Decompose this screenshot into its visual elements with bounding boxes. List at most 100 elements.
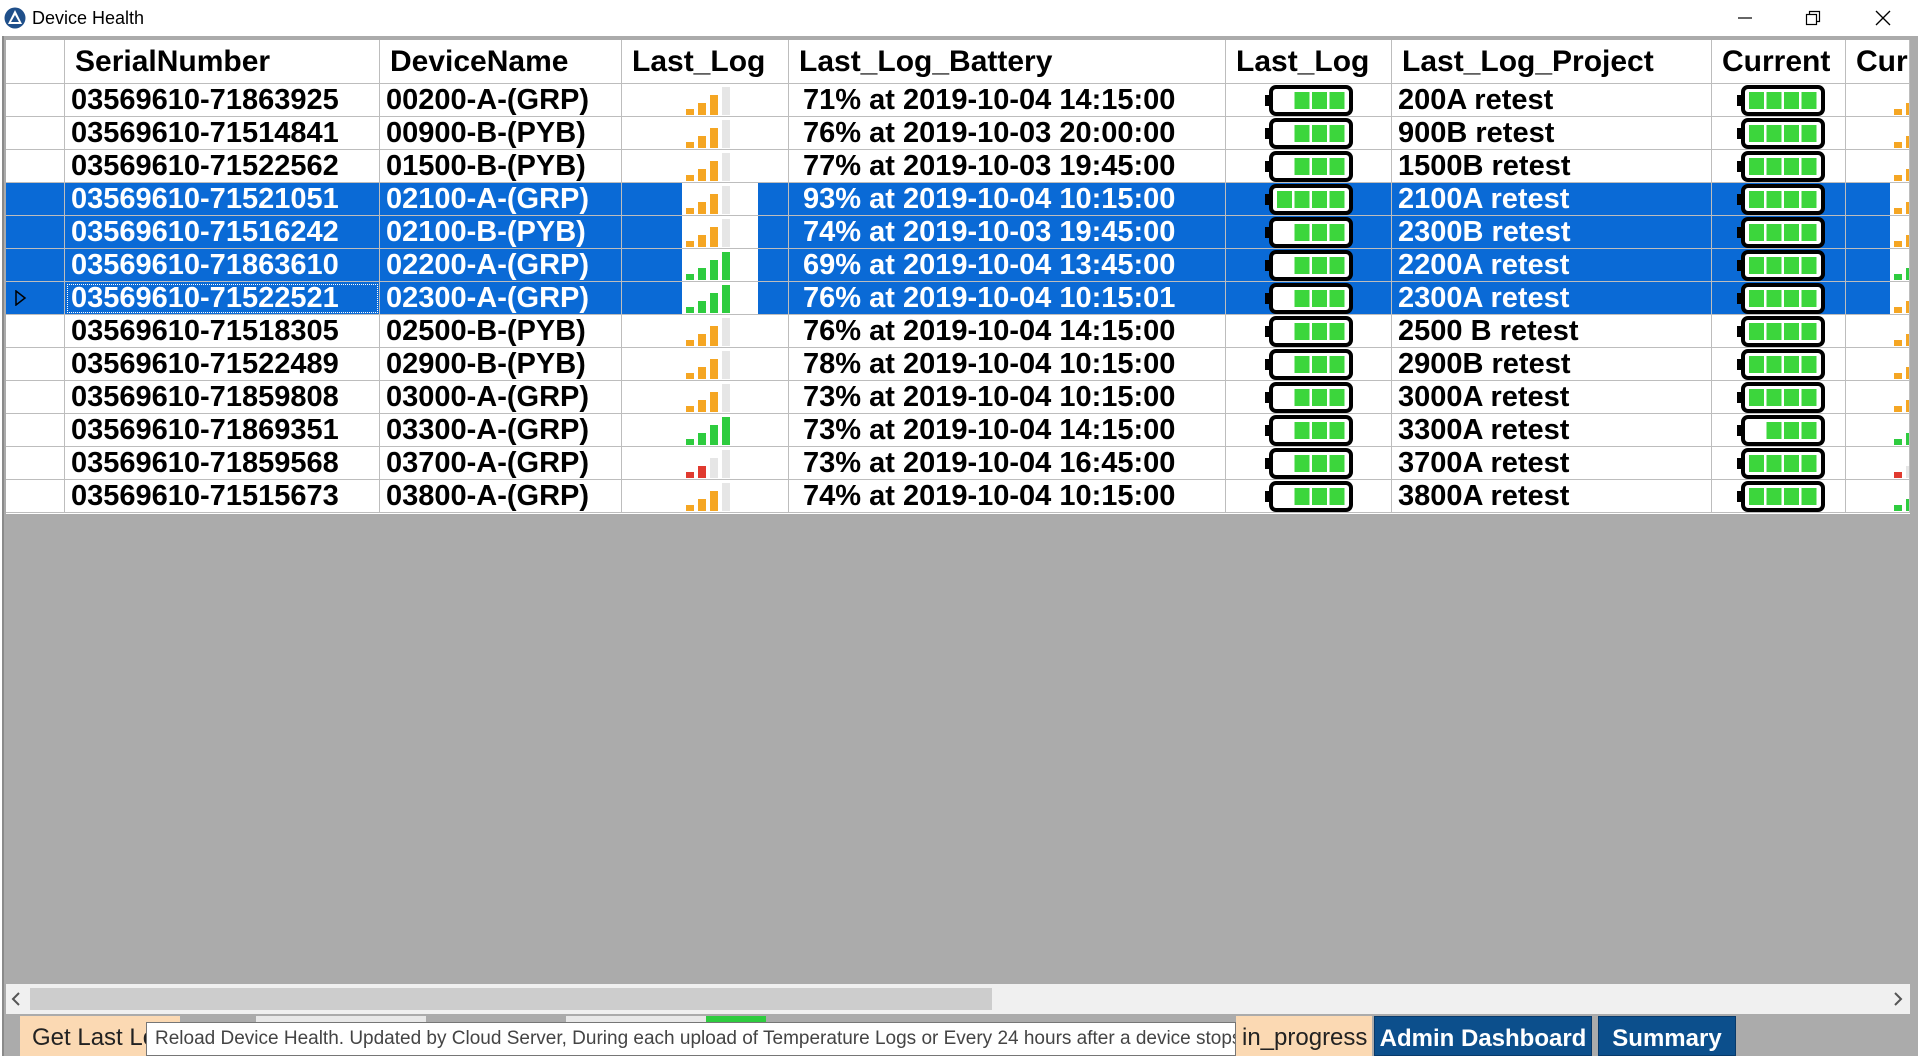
last-log-battery-icon-cell[interactable]	[1226, 348, 1392, 381]
last-log-battery-cell[interactable]: 93% at 2019-10-04 10:15:00	[789, 183, 1226, 216]
table-row[interactable]: 03569610-71869351 03300-A-(GRP) 73% at 201…	[6, 414, 1910, 447]
current-battery-cell[interactable]	[1712, 381, 1846, 414]
cur-signal-cell[interactable]	[1846, 381, 1910, 414]
last-log-signal-cell[interactable]	[622, 447, 789, 480]
scroll-right-arrow-icon[interactable]	[1892, 992, 1904, 1006]
last-log-project-cell[interactable]: 2300A retest	[1392, 282, 1712, 315]
cur-signal-cell[interactable]	[1846, 150, 1910, 183]
horizontal-scroll-thumb[interactable]	[30, 988, 992, 1010]
device-name-cell[interactable]: 02300-A-(GRP)	[380, 282, 622, 315]
last-log-battery-cell[interactable]: 73% at 2019-10-04 16:45:00	[789, 447, 1226, 480]
last-log-signal-cell[interactable]	[622, 381, 789, 414]
table-row[interactable]: 03569610-71863610 02200-A-(GRP) 69% at 201…	[6, 249, 1910, 282]
serial-number-cell[interactable]: 03569610-71518305	[65, 315, 380, 348]
serial-number-cell[interactable]: 03569610-71521051	[65, 183, 380, 216]
row-header[interactable]	[6, 282, 65, 315]
serial-number-cell[interactable]: 03569610-71859568	[65, 447, 380, 480]
last-log-project-cell[interactable]: 1500B retest	[1392, 150, 1712, 183]
scroll-left-arrow-icon[interactable]	[10, 992, 22, 1006]
cur-signal-cell[interactable]	[1846, 414, 1910, 447]
current-battery-cell[interactable]	[1712, 348, 1846, 381]
row-header[interactable]	[6, 381, 65, 414]
current-battery-cell[interactable]	[1712, 282, 1846, 315]
cur-signal-cell[interactable]	[1846, 249, 1910, 282]
last-log-project-cell[interactable]: 2300B retest	[1392, 216, 1712, 249]
table-row[interactable]: 03569610-71521051 02100-A-(GRP) 93% at 201…	[6, 183, 1910, 216]
column-header-last-log-signal[interactable]: Last_Log	[622, 40, 789, 84]
cur-signal-cell[interactable]	[1846, 282, 1910, 315]
column-header-cur[interactable]: Cur	[1846, 40, 1910, 84]
current-battery-cell[interactable]	[1712, 183, 1846, 216]
last-log-battery-icon-cell[interactable]	[1226, 447, 1392, 480]
last-log-battery-cell[interactable]: 71% at 2019-10-04 14:15:00	[789, 84, 1226, 117]
row-header[interactable]	[6, 183, 65, 216]
horizontal-scrollbar[interactable]	[6, 984, 1910, 1014]
last-log-battery-cell[interactable]: 69% at 2019-10-04 13:45:00	[789, 249, 1226, 282]
last-log-project-cell[interactable]: 3800A retest	[1392, 480, 1712, 513]
serial-number-cell[interactable]: 03569610-71514841	[65, 117, 380, 150]
device-name-cell[interactable]: 03800-A-(GRP)	[380, 480, 622, 513]
last-log-signal-cell[interactable]	[622, 150, 789, 183]
row-header[interactable]	[6, 84, 65, 117]
column-header-last-log-battery[interactable]: Last_Log_Battery	[789, 40, 1226, 84]
current-battery-cell[interactable]	[1712, 480, 1846, 513]
serial-number-cell[interactable]: 03569610-71515673	[65, 480, 380, 513]
table-row[interactable]: 03569610-71859808 03000-A-(GRP) 73% at 201…	[6, 381, 1910, 414]
last-log-signal-cell[interactable]	[622, 249, 789, 282]
cur-signal-cell[interactable]	[1846, 315, 1910, 348]
last-log-battery-icon-cell[interactable]	[1226, 249, 1392, 282]
last-log-battery-cell[interactable]: 74% at 2019-10-03 19:45:00	[789, 216, 1226, 249]
summary-button[interactable]: Summary	[1598, 1016, 1736, 1056]
current-battery-cell[interactable]	[1712, 315, 1846, 348]
last-log-battery-cell[interactable]: 77% at 2019-10-03 19:45:00	[789, 150, 1226, 183]
table-row[interactable]: 03569610-71863925 00200-A-(GRP) 71% at 201…	[6, 84, 1910, 117]
last-log-project-cell[interactable]: 900B retest	[1392, 117, 1712, 150]
row-header[interactable]	[6, 216, 65, 249]
device-name-cell[interactable]: 03300-A-(GRP)	[380, 414, 622, 447]
last-log-project-cell[interactable]: 200A retest	[1392, 84, 1712, 117]
current-battery-cell[interactable]	[1712, 447, 1846, 480]
device-name-cell[interactable]: 02500-B-(PYB)	[380, 315, 622, 348]
serial-number-cell[interactable]: 03569610-71863610	[65, 249, 380, 282]
row-header[interactable]	[6, 117, 65, 150]
device-name-cell[interactable]: 02900-B-(PYB)	[380, 348, 622, 381]
last-log-battery-cell[interactable]: 74% at 2019-10-04 10:15:00	[789, 480, 1226, 513]
table-row[interactable]: 03569610-71516242 02100-B-(PYB) 74% at 201…	[6, 216, 1910, 249]
last-log-signal-cell[interactable]	[622, 480, 789, 513]
minimize-button[interactable]	[1710, 0, 1780, 36]
column-header-last-log-project[interactable]: Last_Log_Project	[1392, 40, 1712, 84]
last-log-project-cell[interactable]: 3700A retest	[1392, 447, 1712, 480]
current-battery-cell[interactable]	[1712, 249, 1846, 282]
column-header-devicename[interactable]: DeviceName	[380, 40, 622, 84]
last-log-battery-icon-cell[interactable]	[1226, 117, 1392, 150]
current-battery-cell[interactable]	[1712, 150, 1846, 183]
current-battery-cell[interactable]	[1712, 216, 1846, 249]
last-log-signal-cell[interactable]	[622, 282, 789, 315]
last-log-battery-icon-cell[interactable]	[1226, 381, 1392, 414]
row-header[interactable]	[6, 150, 65, 183]
serial-number-cell[interactable]: 03569610-71522521	[65, 282, 380, 315]
table-row[interactable]: 03569610-71859568 03700-A-(GRP) 73% at 201…	[6, 447, 1910, 480]
table-row[interactable]: 03569610-71518305 02500-B-(PYB) 76% at 201…	[6, 315, 1910, 348]
device-name-cell[interactable]: 00900-B-(PYB)	[380, 117, 622, 150]
last-log-project-cell[interactable]: 2100A retest	[1392, 183, 1712, 216]
device-name-cell[interactable]: 03000-A-(GRP)	[380, 381, 622, 414]
last-log-battery-cell[interactable]: 73% at 2019-10-04 10:15:00	[789, 381, 1226, 414]
device-name-cell[interactable]: 02200-A-(GRP)	[380, 249, 622, 282]
device-name-cell[interactable]: 02100-A-(GRP)	[380, 183, 622, 216]
last-log-project-cell[interactable]: 3300A retest	[1392, 414, 1712, 447]
current-battery-cell[interactable]	[1712, 117, 1846, 150]
serial-number-cell[interactable]: 03569610-71859808	[65, 381, 380, 414]
last-log-battery-cell[interactable]: 76% at 2019-10-04 14:15:00	[789, 315, 1226, 348]
serial-number-cell[interactable]: 03569610-71522562	[65, 150, 380, 183]
last-log-signal-cell[interactable]	[622, 315, 789, 348]
last-log-battery-cell[interactable]: 76% at 2019-10-04 10:15:01	[789, 282, 1226, 315]
cur-signal-cell[interactable]	[1846, 84, 1910, 117]
serial-number-cell[interactable]: 03569610-71863925	[65, 84, 380, 117]
last-log-signal-cell[interactable]	[622, 414, 789, 447]
row-header[interactable]	[6, 315, 65, 348]
last-log-battery-cell[interactable]: 78% at 2019-10-04 10:15:00	[789, 348, 1226, 381]
device-name-cell[interactable]: 00200-A-(GRP)	[380, 84, 622, 117]
column-header-last-log-battery-icon[interactable]: Last_Log	[1226, 40, 1392, 84]
last-log-project-cell[interactable]: 3000A retest	[1392, 381, 1712, 414]
